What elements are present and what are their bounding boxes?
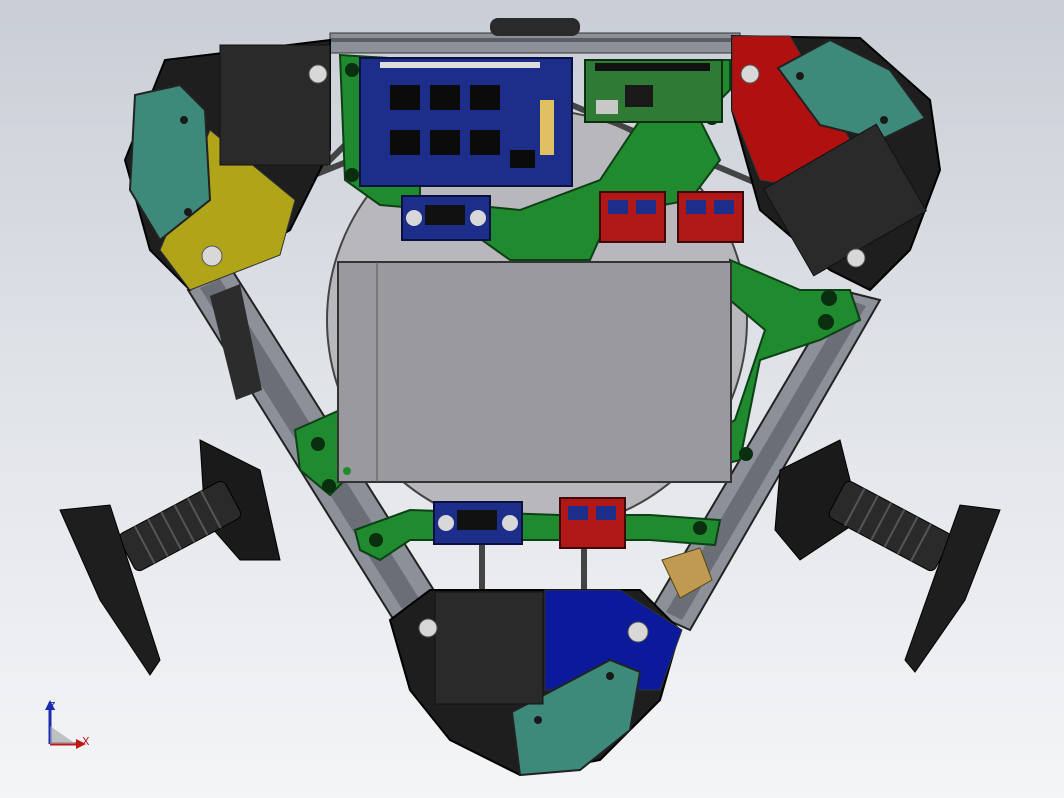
top-right-motor-mount (731, 34, 942, 292)
single-board-computer (584, 59, 723, 123)
right-spool-holder (774, 439, 1001, 673)
left-spool-holder (59, 439, 281, 676)
x-axis-label: X (82, 735, 90, 748)
buck-converter-bottom (433, 501, 523, 545)
bottom-motor-mount (388, 589, 683, 777)
top-extrusion (329, 18, 741, 54)
controller-board (359, 57, 573, 187)
printer-assembly-model[interactable] (0, 0, 1064, 798)
cad-viewport[interactable]: Z X (0, 0, 1064, 798)
z-axis-label: Z (48, 700, 56, 713)
power-enclosure (337, 261, 732, 483)
buck-converter-top (401, 195, 491, 241)
top-left-motor-mount (123, 38, 331, 292)
